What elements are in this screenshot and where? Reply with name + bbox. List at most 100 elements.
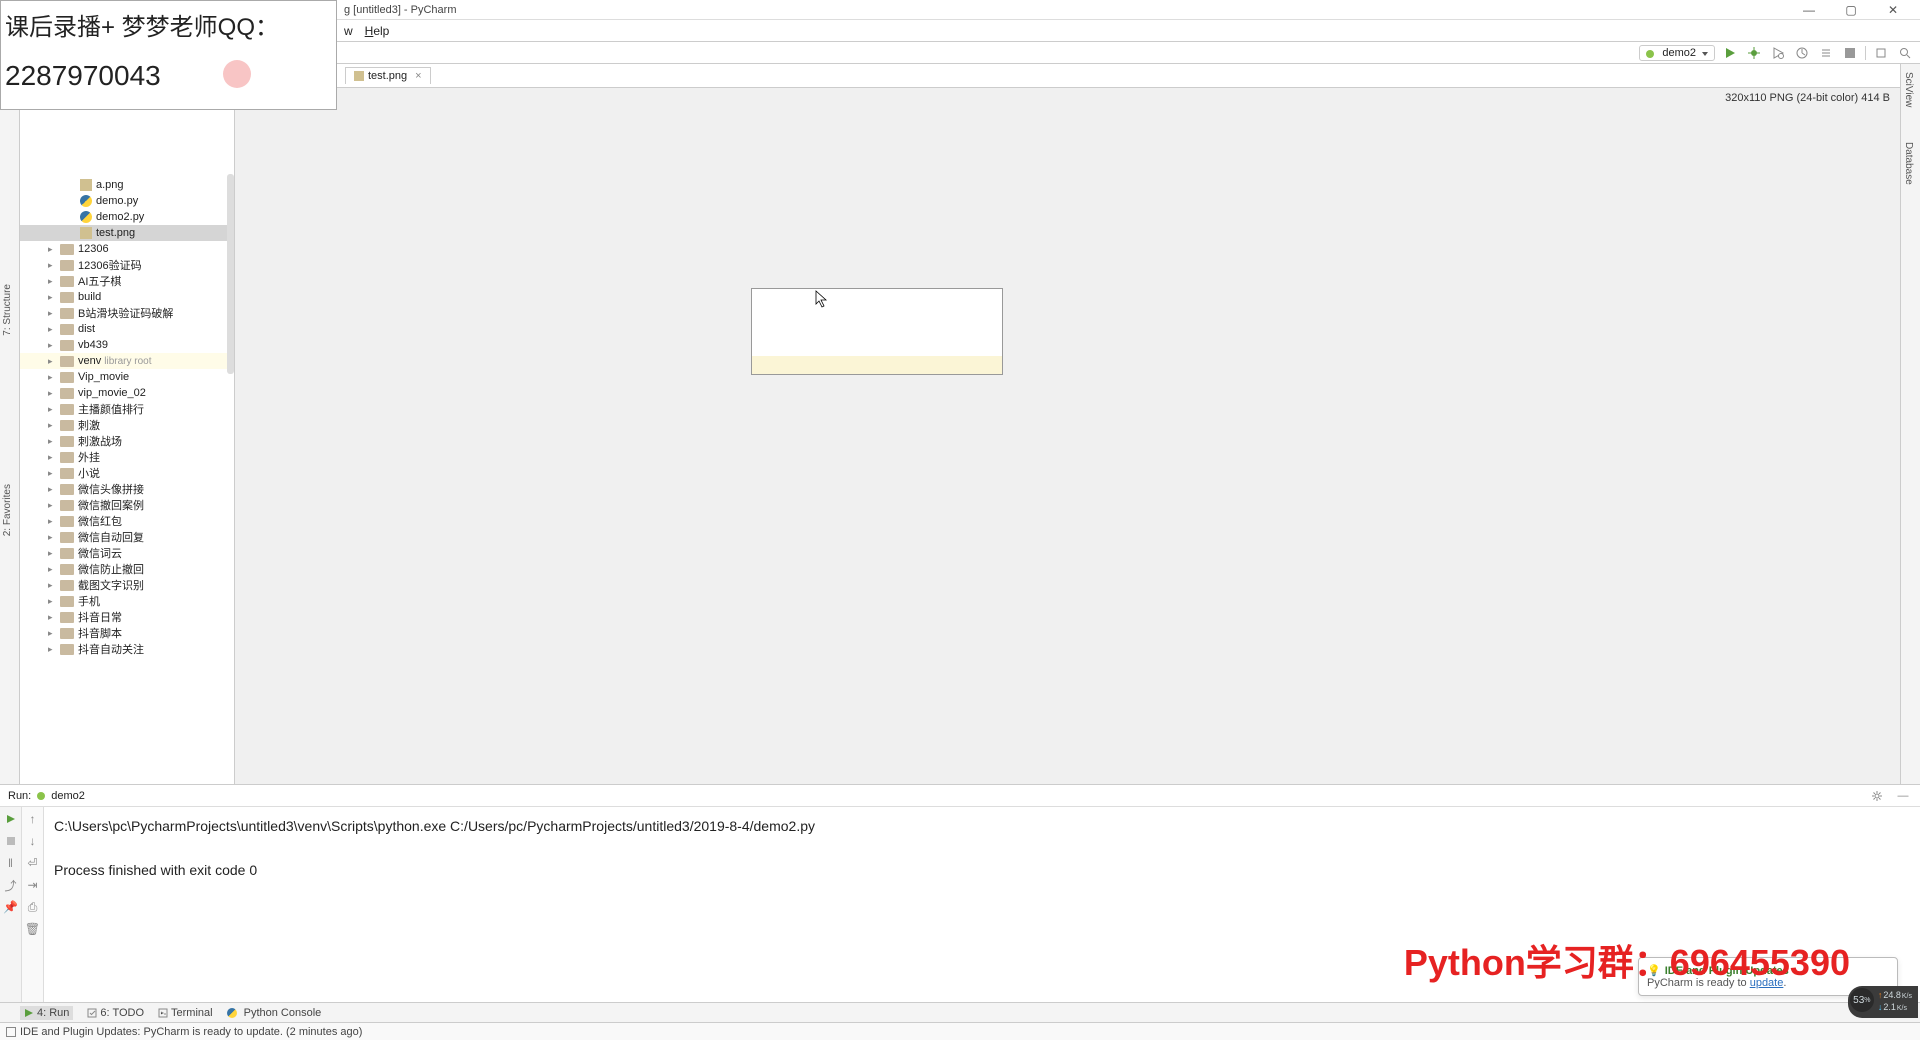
down-arrow-icon[interactable]: ↓ [25, 833, 41, 849]
minimize-icon[interactable]: — [1794, 3, 1824, 17]
tab-close-icon[interactable]: × [415, 70, 421, 82]
folder-icon [60, 356, 74, 367]
tree-folder[interactable]: ▸小说 [20, 465, 234, 481]
chevron-right-icon[interactable]: ▸ [48, 452, 58, 463]
close-icon[interactable]: ✕ [1878, 3, 1908, 17]
chevron-right-icon[interactable]: ▸ [48, 532, 58, 543]
chevron-right-icon[interactable]: ▸ [48, 388, 58, 399]
chevron-right-icon[interactable]: ▸ [48, 596, 58, 607]
sidebar-tab-structure[interactable]: 7: Structure [2, 284, 13, 336]
tree-folder[interactable]: ▸刺激战场 [20, 433, 234, 449]
tree-folder[interactable]: ▸12306 [20, 241, 234, 257]
project-tree[interactable]: a.pngdemo.pydemo2.pytest.png▸12306▸12306… [20, 64, 235, 784]
maximize-icon[interactable]: ▢ [1836, 3, 1866, 17]
chevron-right-icon[interactable]: ▸ [48, 612, 58, 623]
scrollbar[interactable] [227, 174, 234, 374]
chevron-right-icon[interactable]: ▸ [48, 468, 58, 479]
scroll-end-icon[interactable]: ⇥ [25, 877, 41, 893]
chevron-right-icon[interactable]: ▸ [48, 292, 58, 303]
chevron-right-icon[interactable]: ▸ [48, 420, 58, 431]
coverage-icon[interactable] [1769, 44, 1787, 62]
tree-folder[interactable]: ▸微信头像拼接 [20, 481, 234, 497]
update-icon[interactable] [1872, 44, 1890, 62]
tree-folder[interactable]: ▸12306验证码 [20, 257, 234, 273]
tree-folder[interactable]: ▸B站滑块验证码破解 [20, 305, 234, 321]
chevron-right-icon[interactable]: ▸ [48, 484, 58, 495]
pin-icon[interactable]: 📌 [3, 899, 19, 915]
tree-file-test-png[interactable]: test.png [20, 225, 234, 241]
folder-icon [60, 500, 74, 511]
up-arrow-icon[interactable]: ↑ [25, 811, 41, 827]
tree-folder[interactable]: ▸微信红包 [20, 513, 234, 529]
menu-item-help[interactable]: Help [361, 22, 394, 40]
chevron-right-icon[interactable]: ▸ [48, 308, 58, 319]
bottom-tab-run[interactable]: 4: Run [20, 1006, 73, 1020]
run-icon[interactable] [1721, 44, 1739, 62]
image-canvas[interactable] [235, 108, 1900, 784]
tree-file-demo2-py[interactable]: demo2.py [20, 209, 234, 225]
stop-run-icon[interactable] [3, 833, 19, 849]
tree-folder[interactable]: ▸抖音自动关注 [20, 641, 234, 657]
chevron-right-icon[interactable]: ▸ [48, 324, 58, 335]
bottom-tab-pyconsole[interactable]: Python Console [227, 1007, 322, 1019]
chevron-right-icon[interactable]: ▸ [48, 580, 58, 591]
chevron-right-icon[interactable]: ▸ [48, 260, 58, 271]
trash-icon[interactable]: 🗑 [25, 921, 41, 937]
chevron-right-icon[interactable]: ▸ [48, 356, 58, 367]
tree-item-label: vip_movie_02 [78, 387, 146, 399]
minimize-panel-icon[interactable]: — [1894, 787, 1912, 805]
tree-folder[interactable]: ▸手机 [20, 593, 234, 609]
tree-folder[interactable]: ▸刺激 [20, 417, 234, 433]
debug-icon[interactable] [1745, 44, 1763, 62]
chevron-right-icon[interactable]: ▸ [48, 404, 58, 415]
bottom-tab-terminal[interactable]: Terminal [158, 1007, 213, 1019]
tree-folder[interactable]: ▸抖音脚本 [20, 625, 234, 641]
chevron-right-icon[interactable]: ▸ [48, 244, 58, 255]
tab-test-png[interactable]: test.png × [345, 67, 431, 84]
chevron-right-icon[interactable]: ▸ [48, 500, 58, 511]
tree-folder[interactable]: ▸微信自动回复 [20, 529, 234, 545]
run-config-selector[interactable]: demo2 [1639, 45, 1715, 61]
tree-folder[interactable]: ▸ vip_movie_02 [20, 385, 234, 401]
tree-folder[interactable]: ▸vb439 [20, 337, 234, 353]
chevron-right-icon[interactable]: ▸ [48, 436, 58, 447]
exit-icon[interactable]: ⤴ [3, 877, 19, 893]
tree-folder[interactable]: ▸build [20, 289, 234, 305]
chevron-right-icon[interactable]: ▸ [48, 548, 58, 559]
menu-item-w[interactable]: w [340, 22, 357, 40]
chevron-right-icon[interactable]: ▸ [48, 372, 58, 383]
tree-folder[interactable]: ▸主播颜值排行 [20, 401, 234, 417]
tree-folder[interactable]: ▸dist [20, 321, 234, 337]
sidebar-tab-sciview[interactable]: SciView [1903, 72, 1914, 107]
rerun-icon[interactable] [3, 811, 19, 827]
tree-file-a-png[interactable]: a.png [20, 177, 234, 193]
sidebar-tab-database[interactable]: Database [1903, 142, 1914, 185]
tree-folder[interactable]: ▸截图文字识别 [20, 577, 234, 593]
profile-icon[interactable] [1793, 44, 1811, 62]
chevron-right-icon[interactable]: ▸ [48, 276, 58, 287]
chevron-right-icon[interactable]: ▸ [48, 340, 58, 351]
tree-folder[interactable]: ▸抖音日常 [20, 609, 234, 625]
chevron-right-icon[interactable]: ▸ [48, 628, 58, 639]
tree-folder[interactable]: ▸venvlibrary root [20, 353, 234, 369]
pause-icon[interactable]: ‖ [3, 855, 19, 871]
sidebar-tab-favorites[interactable]: 2: Favorites [2, 484, 13, 536]
tree-folder[interactable]: ▸外挂 [20, 449, 234, 465]
print-icon[interactable]: ⎙ [25, 899, 41, 915]
search-icon[interactable] [1896, 44, 1914, 62]
chevron-right-icon[interactable]: ▸ [48, 644, 58, 655]
tree-folder[interactable]: ▸AI五子棋 [20, 273, 234, 289]
settings-icon[interactable] [1868, 787, 1886, 805]
tree-folder[interactable]: ▸Vip_movie [20, 369, 234, 385]
chevron-right-icon[interactable]: ▸ [48, 516, 58, 527]
chevron-right-icon[interactable]: ▸ [48, 564, 58, 575]
tree-folder[interactable]: ▸微信撤回案例 [20, 497, 234, 513]
tree-file-demo-py[interactable]: demo.py [20, 193, 234, 209]
main-area: 7: Structure 2: Favorites a.pngdemo.pyde… [0, 64, 1920, 784]
tree-folder[interactable]: ▸微信词云 [20, 545, 234, 561]
attach-icon[interactable] [1817, 44, 1835, 62]
bottom-tab-todo[interactable]: 6: TODO [87, 1007, 144, 1019]
wrap-icon[interactable]: ⏎ [25, 855, 41, 871]
tree-folder[interactable]: ▸微信防止撤回 [20, 561, 234, 577]
stop-icon[interactable] [1841, 44, 1859, 62]
